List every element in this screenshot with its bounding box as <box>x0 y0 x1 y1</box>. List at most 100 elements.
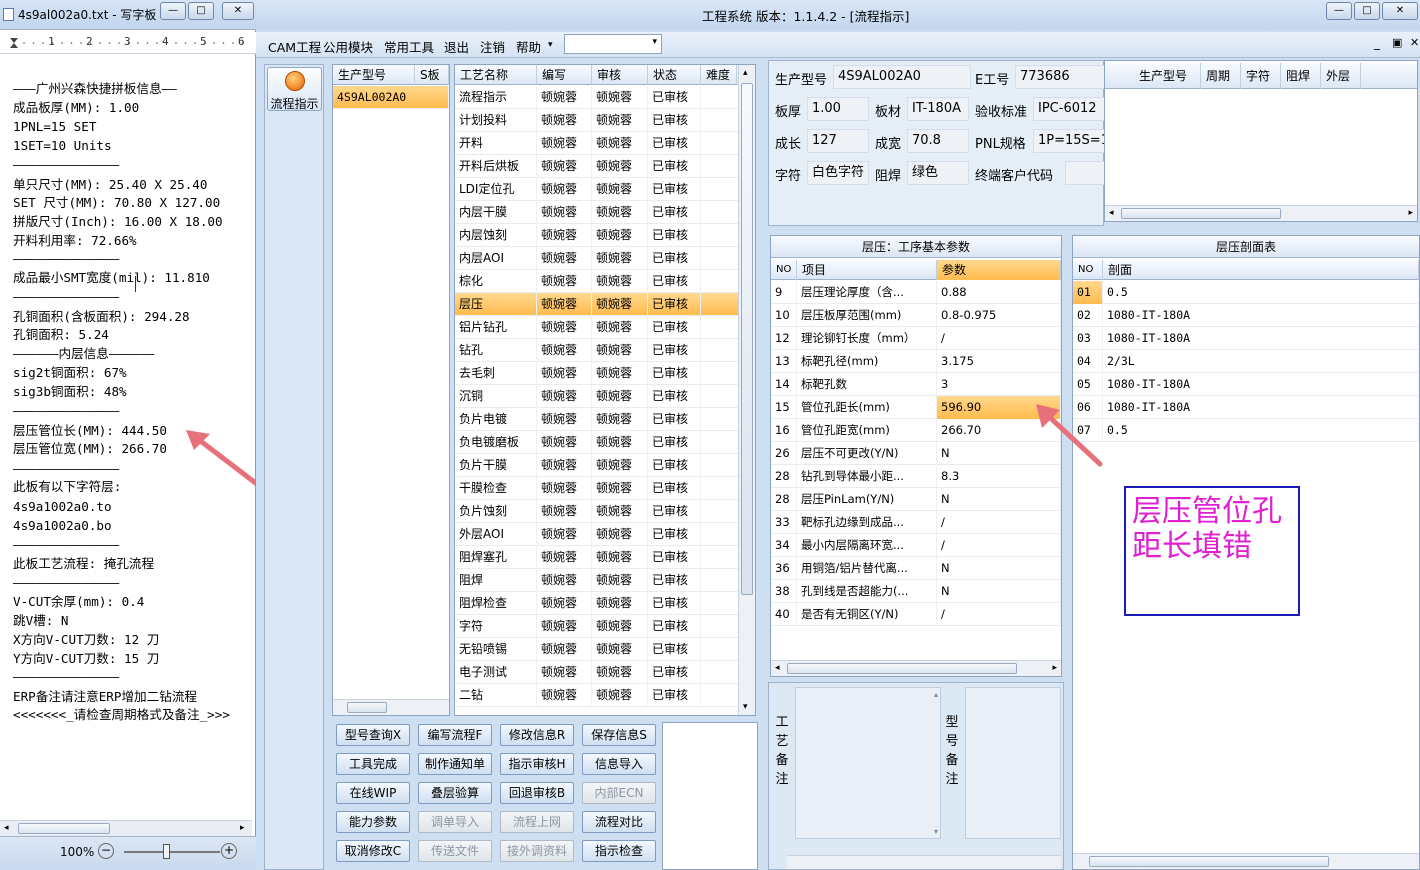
stackup-hscroll[interactable] <box>1073 853 1419 869</box>
process-row[interactable]: 开料 顿婉蓉 顿婉蓉 已审核 <box>455 132 755 155</box>
col-writer[interactable]: 编写 <box>537 65 592 85</box>
action-button[interactable]: 在线WIP <box>336 782 410 804</box>
process-row[interactable]: 内层干膜 顿婉蓉 顿婉蓉 已审核 <box>455 201 755 224</box>
indent-marker[interactable] <box>10 38 18 43</box>
stackup-row[interactable]: 07 0.5 <box>1073 419 1419 442</box>
field-legend[interactable]: 白色字符 <box>807 161 869 185</box>
col-difficulty[interactable]: 难度 <box>701 65 737 85</box>
action-button[interactable]: 内部ECN <box>582 782 656 804</box>
field-length[interactable]: 127 <box>807 129 869 153</box>
process-row[interactable]: 沉铜 顿婉蓉 顿婉蓉 已审核 <box>455 385 755 408</box>
process-row[interactable]: 铝片钻孔 顿婉蓉 顿婉蓉 已审核 <box>455 316 755 339</box>
process-row[interactable]: 内层蚀刻 顿婉蓉 顿婉蓉 已审核 <box>455 224 755 247</box>
process-row[interactable]: 层压 顿婉蓉 顿婉蓉 已审核 <box>455 293 755 316</box>
process-row[interactable]: 阻焊 顿婉蓉 顿婉蓉 已审核 <box>455 569 755 592</box>
process-row[interactable]: 负片电镀 顿婉蓉 顿婉蓉 已审核 <box>455 408 755 431</box>
scroll-thumb[interactable] <box>18 823 110 834</box>
model-grid-hscroll[interactable] <box>333 699 449 715</box>
zoom-slider-thumb[interactable] <box>163 844 170 859</box>
minimize-button[interactable]: — <box>160 2 186 20</box>
mdi-minimize-icon[interactable]: _ <box>1374 36 1380 50</box>
col-legend[interactable]: 字符 <box>1241 63 1281 89</box>
param-cell[interactable]: N <box>937 557 1061 580</box>
model-remark-text[interactable] <box>965 687 1061 839</box>
process-row[interactable]: 干膜检查 顿婉蓉 顿婉蓉 已审核 <box>455 477 755 500</box>
param-cell[interactable]: / <box>937 327 1061 350</box>
menu-common-tools[interactable]: 常用工具 <box>384 37 434 56</box>
col-model-2[interactable]: 生产型号 <box>1105 63 1201 89</box>
action-button[interactable]: 流程对比 <box>582 811 656 833</box>
col-s-board[interactable]: S板 <box>415 65 449 85</box>
process-row[interactable]: 外层AOI 顿婉蓉 顿婉蓉 已审核 <box>455 523 755 546</box>
field-thickness[interactable]: 1.00 <box>807 97 869 121</box>
scroll-down-icon[interactable]: ▾ <box>934 827 938 836</box>
flow-instruction-button[interactable]: 流程指示 <box>267 67 322 111</box>
action-button[interactable]: 回退审核B <box>500 782 574 804</box>
param-cell[interactable]: N <box>937 442 1061 465</box>
action-button[interactable]: 修改信息R <box>500 724 574 746</box>
action-button[interactable]: 流程上网 <box>500 811 574 833</box>
process-grid-vscroll-thumb[interactable] <box>741 83 753 595</box>
action-button[interactable]: 能力参数 <box>336 811 410 833</box>
param-row[interactable]: 36 用铜箔/铝片替代离... N <box>771 557 1061 580</box>
param-row[interactable]: 14 标靶孔数 3 <box>771 373 1061 396</box>
action-button[interactable]: 指示审核H <box>500 753 574 775</box>
param-cell[interactable]: 3.175 <box>937 350 1061 373</box>
param-row[interactable]: 16 管位孔距宽(mm) 266.70 <box>771 419 1061 442</box>
action-button[interactable]: 取消修改C <box>336 840 410 862</box>
field-mask[interactable]: 绿色 <box>907 161 969 185</box>
field-customer-code[interactable] <box>1065 161 1107 185</box>
col-cycle[interactable]: 周期 <box>1201 63 1241 89</box>
col-item[interactable]: 项目 <box>797 260 937 280</box>
action-button[interactable]: 编写流程F <box>418 724 492 746</box>
process-row[interactable]: 二钻 顿婉蓉 顿婉蓉 已审核 <box>455 684 755 707</box>
param-cell[interactable]: 0.88 <box>937 281 1061 304</box>
col-param[interactable]: 参数 <box>937 260 1061 280</box>
scroll-up-icon[interactable]: ▴ <box>743 68 748 78</box>
scroll-left-icon[interactable]: ◂ <box>1109 208 1114 218</box>
process-row[interactable]: 流程指示 顿婉蓉 顿婉蓉 已审核 <box>455 86 755 109</box>
field-pnl[interactable]: 1P=15S=1 <box>1033 129 1107 153</box>
action-button[interactable]: 接外调资料 <box>500 840 574 862</box>
hanging-indent-marker[interactable] <box>10 43 18 48</box>
process-row[interactable]: 开料后烘板 顿婉蓉 顿婉蓉 已审核 <box>455 155 755 178</box>
process-row[interactable]: 负电镀磨板 顿婉蓉 顿婉蓉 已审核 <box>455 431 755 454</box>
action-button[interactable]: 制作通知单 <box>418 753 492 775</box>
action-button[interactable]: 工具完成 <box>336 753 410 775</box>
param-row[interactable]: 26 层压不可更改(Y/N) N <box>771 442 1061 465</box>
col-profile[interactable]: 剖面 <box>1103 260 1419 280</box>
process-row[interactable]: 阻焊塞孔 顿婉蓉 顿婉蓉 已审核 <box>455 546 755 569</box>
param-row[interactable]: 28 层压PinLam(Y/N) N <box>771 488 1061 511</box>
process-row[interactable]: 内层AOI 顿婉蓉 顿婉蓉 已审核 <box>455 247 755 270</box>
params-hscroll-thumb[interactable] <box>787 663 1017 674</box>
param-cell[interactable]: / <box>937 603 1061 626</box>
col-mask[interactable]: 阻焊 <box>1281 63 1321 89</box>
col-process-name[interactable]: 工艺名称 <box>455 65 537 85</box>
param-row[interactable]: 38 孔到线是否超能力(... N <box>771 580 1061 603</box>
field-model[interactable]: 4S9AL002A0 <box>833 65 971 89</box>
scroll-right-icon[interactable]: ▸ <box>240 823 245 833</box>
param-cell[interactable]: 8.3 <box>937 465 1061 488</box>
scroll-left-icon[interactable]: ◂ <box>4 823 9 833</box>
scroll-right-icon[interactable]: ▸ <box>1052 663 1057 673</box>
col-outer[interactable]: 外层 <box>1321 63 1361 89</box>
mdi-restore-icon[interactable]: ▣ <box>1392 36 1402 49</box>
close-button[interactable]: ✕ <box>222 2 254 20</box>
menu-help[interactable]: 帮助 <box>516 37 541 56</box>
chevron-down-icon[interactable]: ▾ <box>652 37 657 47</box>
process-row[interactable]: 钻孔 顿婉蓉 顿婉蓉 已审核 <box>455 339 755 362</box>
param-cell[interactable]: / <box>937 534 1061 557</box>
zoom-out-icon[interactable]: − <box>98 843 114 859</box>
stackup-row[interactable]: 01 0.5 <box>1073 281 1419 304</box>
col-reviewer[interactable]: 审核 <box>592 65 648 85</box>
col-no[interactable]: NO <box>771 260 797 280</box>
scroll-left-icon[interactable]: ◂ <box>775 663 780 673</box>
scroll-up-icon[interactable]: ▴ <box>934 690 938 699</box>
param-cell[interactable]: 0.8-0.975 <box>937 304 1061 327</box>
process-row[interactable]: LDI定位孔 顿婉蓉 顿婉蓉 已审核 <box>455 178 755 201</box>
process-row[interactable]: 去毛刺 顿婉蓉 顿婉蓉 已审核 <box>455 362 755 385</box>
param-cell[interactable]: N <box>937 580 1061 603</box>
message-box[interactable] <box>662 722 758 870</box>
app-minimize-button[interactable]: — <box>1326 2 1352 20</box>
param-cell[interactable]: 266.70 <box>937 419 1061 442</box>
